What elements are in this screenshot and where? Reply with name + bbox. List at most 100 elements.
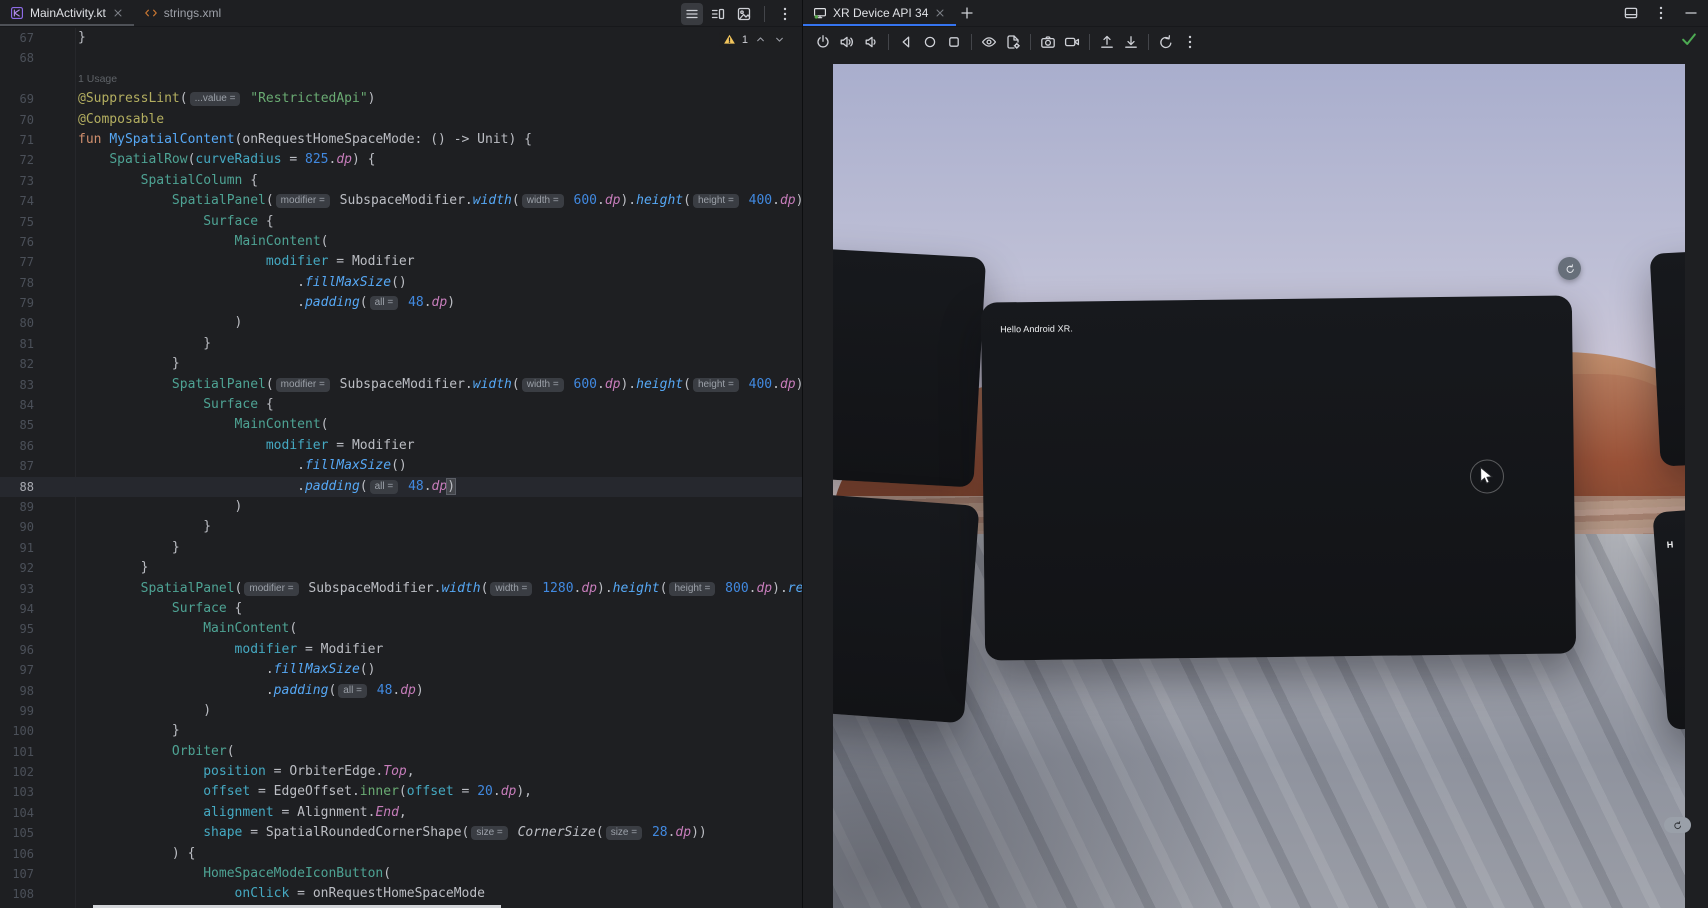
code-line[interactable]: 92 } xyxy=(0,558,802,578)
code-line[interactable]: 72 SpatialRow(curveRadius = 825.dp) { xyxy=(0,150,802,170)
list-button[interactable] xyxy=(681,3,703,25)
code-line[interactable]: 79 .padding(all = 48.dp) xyxy=(0,293,802,313)
code-line[interactable]: 74 SpatialPanel(modifier = SubspaceModif… xyxy=(0,191,802,211)
code-line[interactable]: 88 .padding(all = 48.dp) xyxy=(0,477,802,497)
code-line[interactable]: 93 SpatialPanel(modifier = SubspaceModif… xyxy=(0,579,802,599)
close-icon[interactable] xyxy=(112,7,124,19)
code-line[interactable]: 83 SpatialPanel(modifier = SubspaceModif… xyxy=(0,375,802,395)
back-button[interactable] xyxy=(894,30,918,54)
volume-down-button[interactable] xyxy=(859,30,883,54)
token: CornerSize xyxy=(518,825,596,840)
code-line[interactable]: 100 } xyxy=(0,721,802,741)
code-text: SpatialPanel(modifier = SubspaceModifier… xyxy=(78,375,803,395)
code-line[interactable]: 89 ) xyxy=(0,497,802,517)
more-button[interactable] xyxy=(1650,2,1672,24)
code-line[interactable]: 80 ) xyxy=(0,313,802,333)
more-button[interactable] xyxy=(1178,30,1202,54)
home-button[interactable] xyxy=(918,30,942,54)
token: } xyxy=(78,356,180,371)
xr-panel-main[interactable]: Hello Android XR. xyxy=(981,295,1576,660)
xr-panel-left-top[interactable] xyxy=(833,247,986,487)
code-line[interactable]: 76 MainContent( xyxy=(0,232,802,252)
code-line[interactable]: 82 } xyxy=(0,354,802,374)
token: height xyxy=(636,377,683,392)
line-number: 80 xyxy=(0,313,34,333)
xr-panel-left-bottom[interactable] xyxy=(833,492,979,723)
code-line[interactable]: 102 position = OrbiterEdge.Top, xyxy=(0,762,802,782)
reset-view-button[interactable] xyxy=(1664,817,1691,833)
plus-icon xyxy=(959,5,975,21)
power-button[interactable] xyxy=(811,30,835,54)
tab-mainactivity[interactable]: MainActivity.kt xyxy=(0,0,134,26)
volume-up-icon xyxy=(839,34,855,50)
eye-button[interactable] xyxy=(977,30,1001,54)
code-line[interactable]: 73 SpatialColumn { xyxy=(0,171,802,191)
code-editor[interactable]: 67}68 1 Usage 69@SuppressLint(...value = "… xyxy=(0,28,802,905)
code-line[interactable]: 81 } xyxy=(0,334,802,354)
code-line[interactable]: 75 Surface { xyxy=(0,212,802,232)
chevron-down-icon[interactable] xyxy=(773,33,786,46)
code-line[interactable]: 70@Composable xyxy=(0,110,802,130)
code-line[interactable]: 108 onClick = onRequestHomeSpaceMode xyxy=(0,884,802,904)
image-button[interactable] xyxy=(733,3,755,25)
warning-icon xyxy=(723,33,736,46)
code-line[interactable]: 68 xyxy=(0,48,802,68)
code-text: ) xyxy=(78,701,211,721)
code-line[interactable]: 103 offset = EdgeOffset.inner(offset = 2… xyxy=(0,782,802,802)
token xyxy=(78,764,203,779)
code-line[interactable]: 107 HomeSpaceModeIconButton( xyxy=(0,864,802,884)
code-line[interactable]: 91 } xyxy=(0,538,802,558)
inlay-hint: size = xyxy=(471,826,507,840)
code-line[interactable]: 71fun MySpatialContent(onRequestHomeSpac… xyxy=(0,130,802,150)
code-text: } xyxy=(78,517,211,537)
volume-up-button[interactable] xyxy=(835,30,859,54)
code-line[interactable]: 86 modifier = Modifier xyxy=(0,436,802,456)
code-line[interactable]: 96 modifier = Modifier xyxy=(0,640,802,660)
code-line[interactable]: 77 modifier = Modifier xyxy=(0,252,802,272)
code-line[interactable]: 106 ) { xyxy=(0,844,802,864)
token: alignment xyxy=(203,805,273,820)
xr-emulator-scene[interactable]: Hello Android XR. H xyxy=(833,64,1685,908)
code-line[interactable]: 90 } xyxy=(0,517,802,537)
file-settings-button[interactable] xyxy=(1001,30,1025,54)
code-line[interactable]: 67} xyxy=(0,28,802,48)
token: height xyxy=(613,581,660,596)
code-line[interactable]: 97 .fillMaxSize() xyxy=(0,660,802,680)
tab-strings-xml[interactable]: strings.xml xyxy=(134,0,231,26)
camera-button[interactable] xyxy=(1036,30,1060,54)
token: "RestrictedApi" xyxy=(250,91,367,106)
usage-hint-row[interactable]: 1 Usage xyxy=(0,69,802,89)
upload-button[interactable] xyxy=(1095,30,1119,54)
close-icon[interactable] xyxy=(934,7,946,19)
download-button[interactable] xyxy=(1119,30,1143,54)
code-line[interactable]: 95 MainContent( xyxy=(0,619,802,639)
code-line[interactable]: 98 .padding(all = 48.dp) xyxy=(0,681,802,701)
usage-hint[interactable]: 1 Usage xyxy=(78,73,117,85)
code-line[interactable]: 84 Surface { xyxy=(0,395,802,415)
code-line[interactable]: 87 .fillMaxSize() xyxy=(0,456,802,476)
chevron-up-icon[interactable] xyxy=(754,33,767,46)
inspection-widget[interactable]: 1 xyxy=(719,31,790,48)
token: . xyxy=(78,479,305,494)
video-button[interactable] xyxy=(1060,30,1084,54)
code-line[interactable]: 101 Orbiter( xyxy=(0,742,802,762)
overview-button[interactable] xyxy=(942,30,966,54)
code-text: modifier = Modifier xyxy=(78,252,415,272)
code-line[interactable]: 99 ) xyxy=(0,701,802,721)
more-button[interactable] xyxy=(774,3,796,25)
android-studio-window: MainActivity.kt strings.xml 1 67}68 1 Usa… xyxy=(0,0,1708,908)
minimize-button[interactable] xyxy=(1680,2,1702,24)
code-line[interactable]: 104 alignment = Alignment.End, xyxy=(0,803,802,823)
code-line[interactable]: 85 MainContent( xyxy=(0,415,802,435)
code-line[interactable]: 105 shape = SpatialRoundedCornerShape(si… xyxy=(0,823,802,843)
code-line[interactable]: 69@SuppressLint(...value = "RestrictedAp… xyxy=(0,89,802,109)
reset-button[interactable] xyxy=(1154,30,1178,54)
code-line[interactable]: 78 .fillMaxSize() xyxy=(0,273,802,293)
new-tab-button[interactable] xyxy=(956,2,978,24)
panel-move-handle-button[interactable] xyxy=(1558,257,1581,280)
window-layout-button[interactable] xyxy=(1620,2,1642,24)
tab-xr-device[interactable]: XR Device API 34 xyxy=(803,0,956,26)
line-number: 98 xyxy=(0,681,34,701)
code-line[interactable]: 94 Surface { xyxy=(0,599,802,619)
split-button[interactable] xyxy=(707,3,729,25)
